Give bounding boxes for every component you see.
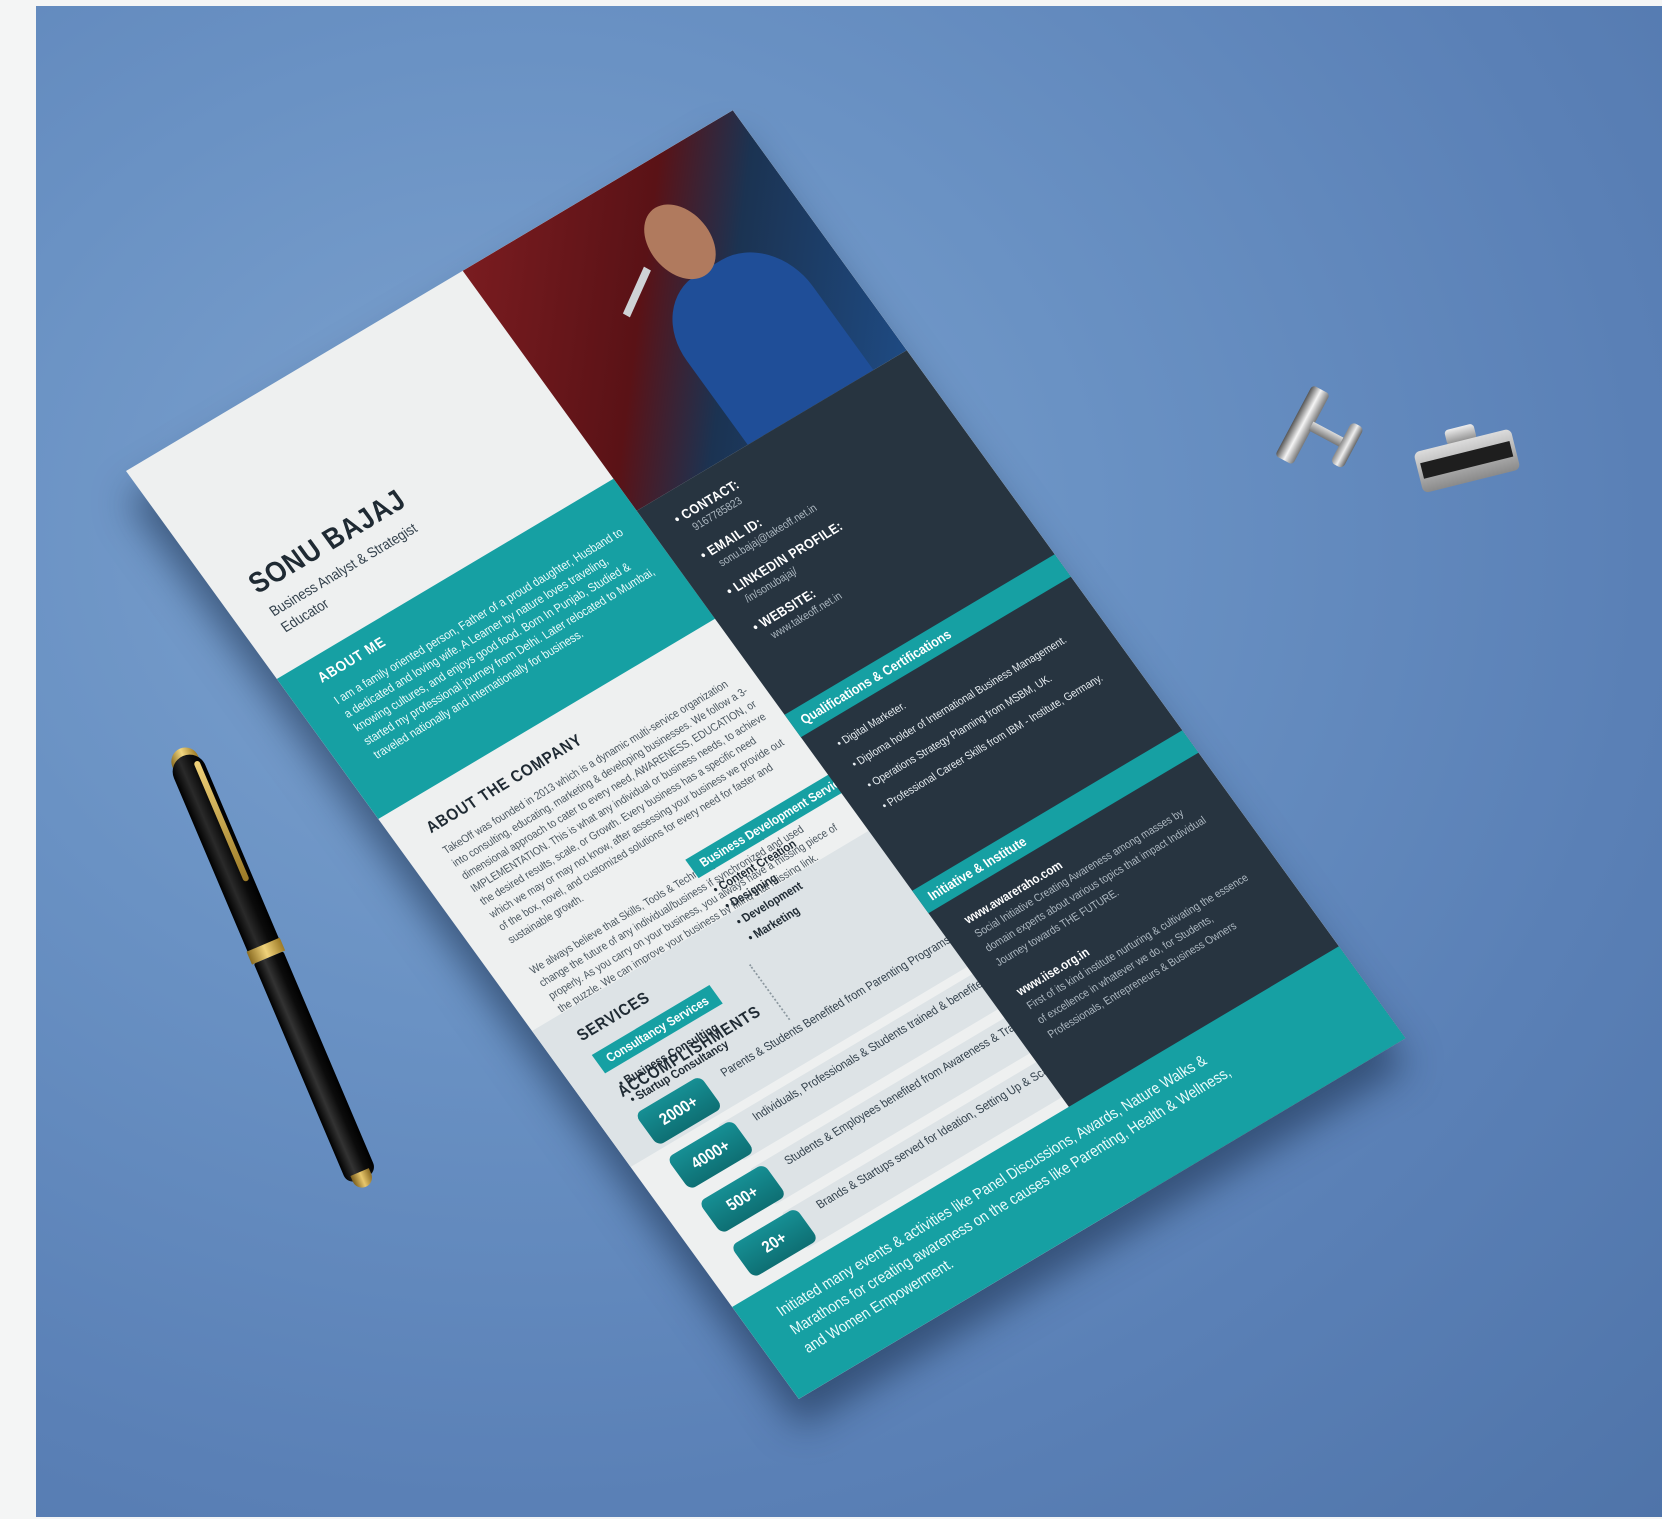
- cufflink-right: [1410, 415, 1522, 499]
- cufflink-left: [1274, 384, 1365, 477]
- photo-scene: SONU BAJAJ Business Analyst & Strategist…: [36, 6, 1662, 1517]
- fountain-pen: [166, 743, 382, 1195]
- initiative-list: www.awareraho.com Social Initiative Crea…: [961, 782, 1277, 1044]
- resume-sheet: SONU BAJAJ Business Analyst & Strategist…: [126, 110, 1406, 1400]
- qualifications-list: • Digital Marketer. • Diploma holder of …: [833, 606, 1111, 815]
